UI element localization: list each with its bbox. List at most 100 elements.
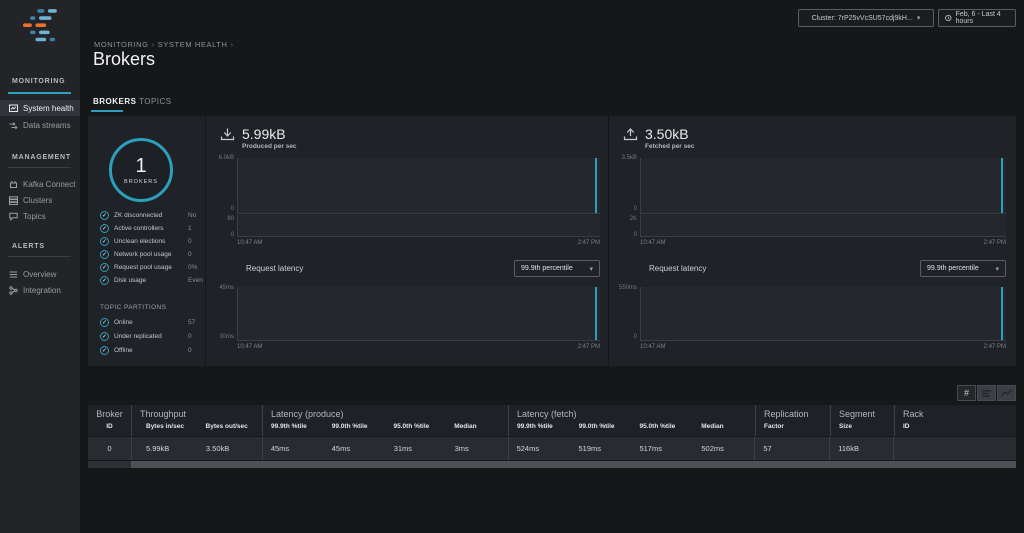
sidebar-section-alerts: ALERTS (12, 243, 45, 250)
percentile-dropdown[interactable]: 99.9th percentile ▾ (514, 260, 600, 277)
breadcrumb-system-health[interactable]: SYSTEM HEALTH (158, 40, 228, 49)
col-group-broker: Broker ID (88, 405, 131, 436)
sidebar-section-monitoring: MONITORING (12, 78, 65, 85)
fetched-panel: 3.50kB Fetched per sec 3.5kB 0 2K 0 10:4… (609, 116, 1016, 366)
col-group-replication: Replication Factor (755, 405, 830, 436)
fetched-value: 3.50kB (645, 127, 695, 141)
cluster-selector[interactable]: Cluster: 7rP25vVcSU57cdj9kH... ▾ (798, 9, 934, 27)
broker-count-label: BROKERS (124, 179, 158, 185)
chevron-down-icon: ▾ (995, 265, 999, 273)
check-circle-icon: ✓ (100, 276, 109, 285)
check-circle-icon: ✓ (100, 346, 109, 355)
check-circle-icon: ✓ (100, 211, 109, 220)
sidebar-item-label: Overview (23, 270, 56, 279)
sidebar-item-overview[interactable]: Overview (0, 266, 80, 282)
fetched-data-spike (1001, 158, 1003, 213)
health-check-row: ✓ Network pool usage 0 (100, 248, 197, 261)
sidebar-item-kafka-connect[interactable]: Kafka Connect (0, 176, 80, 192)
sidebar-item-label: Topics (23, 212, 46, 221)
partition-check-row: ✓ Under replicated 0 (100, 330, 197, 343)
breadcrumb-monitoring[interactable]: MONITORING (94, 40, 149, 49)
sidebar-item-system-health[interactable]: System health (0, 100, 80, 116)
section-divider (8, 256, 71, 257)
col-group-rack: Rack ID (894, 405, 1016, 436)
health-check-row: ✓ ZK disconnected No (100, 209, 197, 222)
time-range-button[interactable]: Feb, 6 - Last 4 hours (938, 9, 1016, 27)
table-row[interactable]: 0 5.99kB 3.50kB 45ms 45ms 31ms 3ms 524ms… (88, 437, 1016, 460)
partition-check-row: ✓ Offline 0 (100, 344, 197, 357)
produced-value: 5.99kB (242, 127, 297, 141)
fetched-x-axis: 10:47 AM 2:47 PM (640, 240, 1006, 246)
health-check-row: ✓ Active controllers 1 (100, 222, 197, 235)
sidebar-section-management: MANAGEMENT (12, 154, 71, 161)
cluster-selector-label: Cluster: 7rP25vVcSU57cdj9kH... (812, 15, 913, 22)
sparkline-icon (1001, 389, 1012, 397)
clusters-icon (9, 196, 18, 205)
fetched-secondary-plot (640, 215, 1006, 237)
upload-icon (623, 127, 638, 142)
bars-view-button[interactable] (977, 385, 996, 401)
bars-icon (982, 389, 992, 398)
col-group-latency-produce: Latency (produce) 99.9th %tile 99.0th %t… (262, 405, 508, 436)
produced-chart-plot (237, 158, 600, 214)
request-latency-title: Request latency (246, 264, 303, 273)
tab-topics[interactable]: TOPICS (139, 97, 172, 106)
sidebar-item-integration[interactable]: Integration (0, 282, 80, 298)
logo-icon (14, 6, 64, 48)
produced-label: Produced per sec (242, 143, 297, 150)
produced-secondary-plot (237, 215, 600, 237)
health-check-row: ✓ Unclean elections 0 (100, 235, 197, 248)
horizontal-scrollbar-thumb[interactable] (131, 461, 1016, 468)
latency-produce-x-axis: 10:47 AM 2:47 PM (237, 344, 600, 350)
produced-data-spike (595, 158, 597, 213)
kafka-connect-icon (9, 180, 18, 189)
sidebar-item-label: Clusters (23, 196, 52, 205)
overview-icon (9, 270, 18, 279)
hash-icon: # (964, 388, 969, 398)
col-group-throughput: Throughput Bytes in/sec Bytes out/sec (131, 405, 262, 436)
broker-summary-panel: 1 BROKERS ✓ ZK disconnected No ✓ Active … (88, 116, 205, 366)
check-circle-icon: ✓ (100, 332, 109, 341)
horizontal-scrollbar-track[interactable] (88, 461, 1016, 468)
numeric-view-button[interactable]: # (957, 385, 976, 401)
sidebar-item-clusters[interactable]: Clusters (0, 192, 80, 208)
check-circle-icon: ✓ (100, 224, 109, 233)
check-circle-icon: ✓ (100, 263, 109, 272)
page-title: Brokers (93, 49, 155, 70)
sidebar-item-topics[interactable]: Topics (0, 208, 80, 224)
request-latency-title: Request latency (649, 264, 706, 273)
breadcrumb: MONITORING›SYSTEM HEALTH› (94, 40, 237, 49)
percentile-dropdown[interactable]: 99.9th percentile ▾ (920, 260, 1006, 277)
table-view-toolbar: # (957, 385, 1016, 401)
broker-count-circle: 1 BROKERS (109, 138, 173, 202)
sidebar-item-label: System health (23, 104, 74, 113)
system-health-icon (9, 104, 18, 113)
check-circle-icon: ✓ (100, 237, 109, 246)
app-logo[interactable] (14, 6, 64, 53)
health-check-row: ✓ Disk usage Even (100, 274, 197, 287)
brokers-table: Broker ID Throughput Bytes in/sec Bytes … (88, 405, 1016, 460)
latency-produce-spike (595, 287, 597, 340)
time-range-label: Feb, 6 - Last 4 hours (956, 11, 1009, 25)
tab-brokers[interactable]: BROKERS (93, 97, 137, 106)
clock-icon (945, 14, 952, 22)
latency-fetch-x-axis: 10:47 AM 2:47 PM (640, 344, 1006, 350)
topic-partitions-heading: TOPIC PARTITIONS (100, 304, 166, 311)
integration-icon (9, 286, 18, 295)
sidebar-item-data-streams[interactable]: Data streams (0, 117, 80, 133)
latency-fetch-plot (640, 287, 1006, 341)
latency-fetch-spike (1001, 287, 1003, 340)
check-circle-icon: ✓ (100, 318, 109, 327)
produced-x-axis: 10:47 AM 2:47 PM (237, 240, 600, 246)
download-icon (220, 127, 235, 142)
check-circle-icon: ✓ (100, 250, 109, 259)
produced-header: 5.99kB Produced per sec (220, 127, 297, 150)
partition-check-row: ✓ Online 57 (100, 316, 197, 329)
chevron-down-icon: ▾ (917, 14, 921, 22)
app-root: MONITORING System health Data streams MA… (0, 0, 1024, 533)
col-group-segment: Segment Size (830, 405, 894, 436)
sidebar-item-label: Integration (23, 286, 61, 295)
topics-icon (9, 212, 18, 221)
fetched-label: Fetched per sec (645, 143, 695, 150)
sparkline-view-button[interactable] (997, 385, 1016, 401)
